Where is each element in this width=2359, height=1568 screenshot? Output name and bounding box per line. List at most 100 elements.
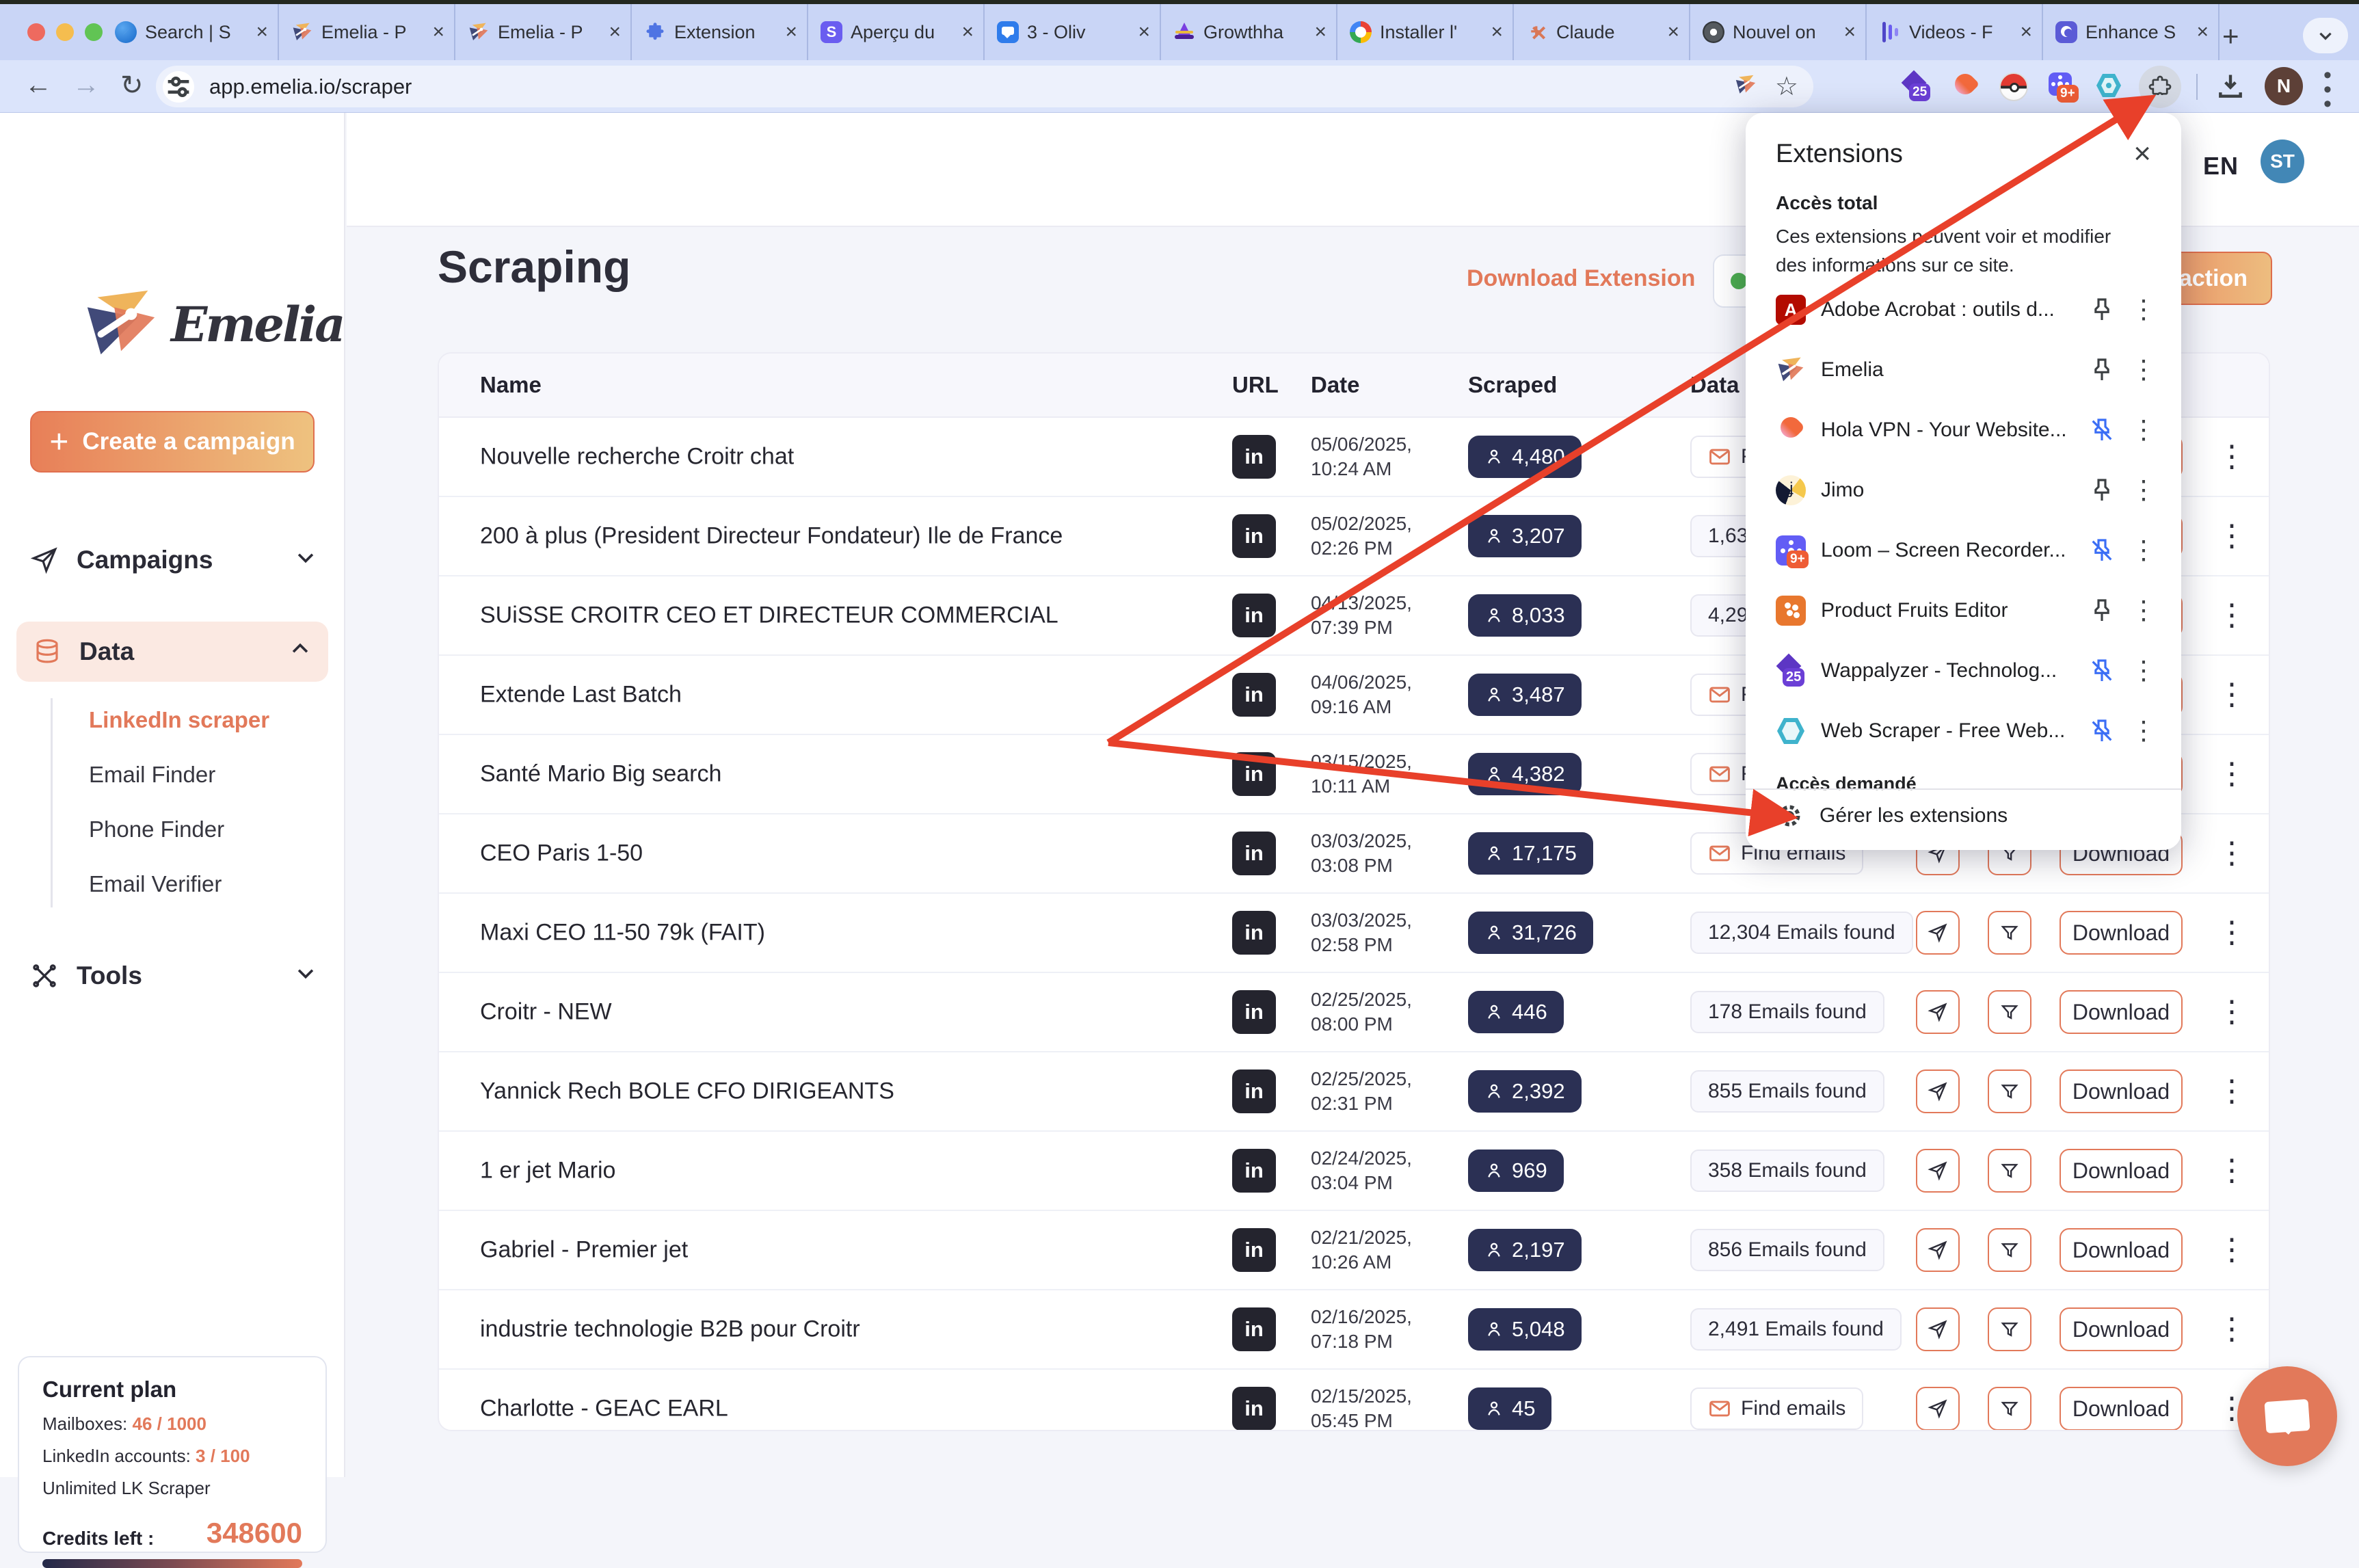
close-window-button[interactable] bbox=[27, 23, 45, 41]
send-to-campaign-button[interactable] bbox=[1916, 1307, 1960, 1351]
find-emails-button[interactable]: Find emails bbox=[1690, 1387, 1863, 1430]
tab-close-icon[interactable]: × bbox=[1138, 22, 1150, 42]
filter-button[interactable] bbox=[1988, 1228, 2031, 1272]
unpin-icon[interactable] bbox=[2088, 416, 2116, 444]
user-avatar[interactable]: ST bbox=[2261, 139, 2304, 183]
bookmark-star-icon[interactable]: ☆ bbox=[1775, 71, 1798, 102]
filter-button[interactable] bbox=[1988, 911, 2031, 955]
manage-extensions-item[interactable]: Gérer les extensions bbox=[1776, 802, 2008, 829]
send-to-campaign-button[interactable] bbox=[1916, 1228, 1960, 1272]
tab-close-icon[interactable]: × bbox=[2196, 22, 2209, 42]
filter-button[interactable] bbox=[1988, 990, 2031, 1034]
extension-row[interactable]: Web Scraper - Free Web... bbox=[1776, 701, 2151, 761]
sidebar-item-linkedin-scraper[interactable]: LinkedIn scraper bbox=[89, 698, 269, 742]
sidebar-item-email-verifier[interactable]: Email Verifier bbox=[89, 862, 222, 906]
downloads-icon[interactable] bbox=[2215, 71, 2245, 105]
row-kebab-icon[interactable] bbox=[2217, 925, 2244, 940]
tab-close-icon[interactable]: × bbox=[961, 22, 974, 42]
row-kebab-icon[interactable] bbox=[2217, 1163, 2244, 1178]
row-kebab-icon[interactable] bbox=[2217, 1084, 2244, 1099]
tab-close-icon[interactable]: × bbox=[609, 22, 621, 42]
new-tab-button[interactable]: + bbox=[2222, 22, 2239, 51]
browser-tab[interactable]: Nouvel on × bbox=[1690, 4, 1867, 60]
pin-icon[interactable] bbox=[2088, 597, 2116, 624]
download-button[interactable]: Download bbox=[2060, 1228, 2183, 1272]
tab-close-icon[interactable]: × bbox=[1491, 22, 1503, 42]
extension-row[interactable]: Jimo bbox=[1776, 460, 2151, 520]
create-campaign-button[interactable]: + Create a campaign bbox=[30, 411, 315, 473]
download-extension-link[interactable]: Download Extension bbox=[1467, 265, 1695, 292]
close-icon[interactable]: × bbox=[2133, 139, 2151, 169]
extension-row[interactable]: Emelia bbox=[1776, 340, 2151, 400]
row-kebab-icon[interactable] bbox=[2217, 449, 2244, 464]
extension-row[interactable]: 9+ Loom – Screen Recorder... bbox=[1776, 520, 2151, 581]
back-button[interactable]: ← bbox=[25, 70, 52, 101]
tab-close-icon[interactable]: × bbox=[432, 22, 444, 42]
sidebar-item-data[interactable]: Data bbox=[16, 622, 328, 682]
extension-kebab-icon[interactable] bbox=[2131, 423, 2151, 438]
filter-button[interactable] bbox=[1988, 1307, 2031, 1351]
unpin-icon[interactable] bbox=[2088, 537, 2116, 564]
sidebar-item-phone-finder[interactable]: Phone Finder bbox=[89, 808, 224, 851]
row-kebab-icon[interactable] bbox=[2217, 1005, 2244, 1020]
sidebar-item-email-finder[interactable]: Email Finder bbox=[89, 753, 215, 797]
extension-kebab-icon[interactable] bbox=[2131, 303, 2151, 317]
tab-close-icon[interactable]: × bbox=[1314, 22, 1327, 42]
extension-kebab-icon[interactable] bbox=[2131, 604, 2151, 618]
browser-tab[interactable]: Search | S × bbox=[103, 4, 279, 60]
chat-fab-button[interactable] bbox=[2237, 1366, 2337, 1466]
row-kebab-icon[interactable] bbox=[2217, 846, 2244, 861]
row-kebab-icon[interactable] bbox=[2217, 1322, 2244, 1337]
forward-button[interactable]: → bbox=[72, 70, 100, 101]
extensions-puzzle-icon[interactable] bbox=[2139, 66, 2181, 108]
browser-tab[interactable]: Emelia - P × bbox=[455, 4, 632, 60]
extension-kebab-icon[interactable] bbox=[2131, 363, 2151, 377]
filter-button[interactable] bbox=[1988, 1069, 2031, 1113]
send-to-campaign-button[interactable] bbox=[1916, 1149, 1960, 1193]
extension-kebab-icon[interactable] bbox=[2131, 483, 2151, 498]
extension-kebab-icon[interactable] bbox=[2131, 544, 2151, 558]
unpin-icon[interactable] bbox=[2088, 657, 2116, 685]
filter-button[interactable] bbox=[1988, 1387, 2031, 1431]
tab-close-icon[interactable]: × bbox=[1843, 22, 1856, 42]
reload-button[interactable]: ↻ bbox=[120, 70, 144, 101]
extension-kebab-icon[interactable] bbox=[2131, 724, 2151, 739]
zoom-window-button[interactable] bbox=[85, 23, 103, 41]
pin-icon[interactable] bbox=[2088, 356, 2116, 384]
row-kebab-icon[interactable] bbox=[2217, 608, 2244, 623]
download-button[interactable]: Download bbox=[2060, 1069, 2183, 1113]
pin-icon[interactable] bbox=[2088, 477, 2116, 504]
extension-row[interactable]: A Adobe Acrobat : outils d... bbox=[1776, 280, 2151, 340]
browser-tab[interactable]: Installer l' × bbox=[1337, 4, 1514, 60]
download-button[interactable]: Download bbox=[2060, 1307, 2183, 1351]
send-to-campaign-button[interactable] bbox=[1916, 911, 1960, 955]
sidebar-item-campaigns[interactable]: Campaigns bbox=[30, 533, 317, 587]
download-button[interactable]: Download bbox=[2060, 911, 2183, 955]
row-kebab-icon[interactable] bbox=[2217, 1243, 2244, 1258]
download-button[interactable]: Download bbox=[2060, 1387, 2183, 1431]
browser-tab[interactable]: Enhance S × bbox=[2043, 4, 2220, 60]
row-kebab-icon[interactable] bbox=[2217, 687, 2244, 702]
browser-tab[interactable]: Claude × bbox=[1514, 4, 1690, 60]
row-kebab-icon[interactable] bbox=[2217, 767, 2244, 782]
extension-row[interactable]: Hola VPN - Your Website... bbox=[1776, 400, 2151, 460]
tab-close-icon[interactable]: × bbox=[1667, 22, 1679, 42]
extension-row[interactable]: 25 Wappalyzer - Technolog... bbox=[1776, 641, 2151, 701]
pin-icon[interactable] bbox=[2088, 296, 2116, 323]
minimize-window-button[interactable] bbox=[56, 23, 74, 41]
browser-tab[interactable]: S Aperçu du × bbox=[808, 4, 985, 60]
browser-tab[interactable]: Growthha × bbox=[1161, 4, 1337, 60]
tab-search-button[interactable] bbox=[2303, 18, 2348, 53]
url-bar[interactable]: app.emelia.io/scraper ☆ bbox=[156, 66, 1813, 107]
browser-tab[interactable]: Videos - F × bbox=[1867, 4, 2043, 60]
tab-close-icon[interactable]: × bbox=[2020, 22, 2032, 42]
browser-tab[interactable]: 3 - Oliv × bbox=[985, 4, 1161, 60]
tab-close-icon[interactable]: × bbox=[785, 22, 797, 42]
site-settings-icon[interactable] bbox=[163, 71, 194, 103]
language-selector[interactable]: EN bbox=[2203, 152, 2239, 181]
browser-tab[interactable]: Emelia - P × bbox=[279, 4, 455, 60]
unpin-icon[interactable] bbox=[2088, 717, 2116, 745]
browser-tab[interactable]: Extension × bbox=[632, 4, 808, 60]
loom-toolbar-icon[interactable]: 9+ bbox=[2047, 72, 2076, 101]
send-to-campaign-button[interactable] bbox=[1916, 990, 1960, 1034]
